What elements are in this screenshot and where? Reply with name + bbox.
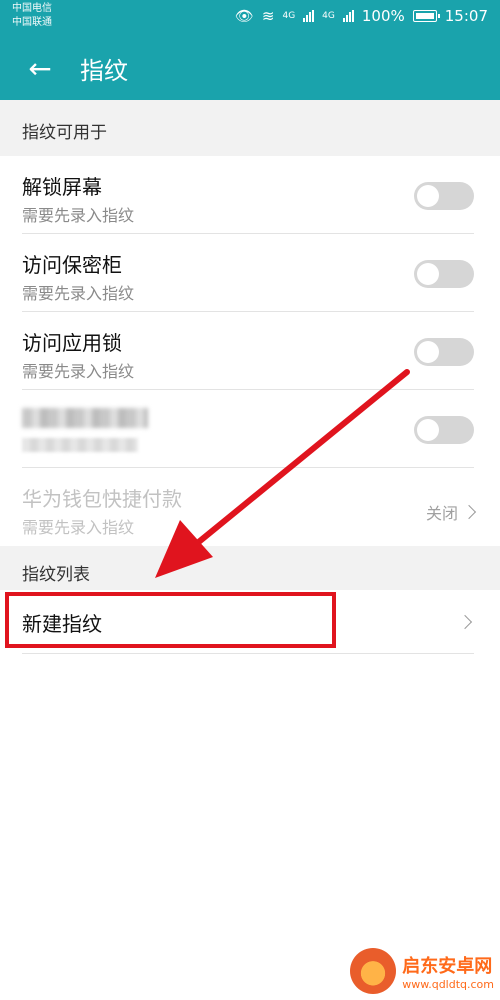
watermark-logo-icon <box>350 948 397 994</box>
watermark-url: www.qdldtq.com <box>402 977 494 991</box>
watermark-name: 启东安卓网 <box>402 955 493 977</box>
annotation-arrow-icon <box>155 369 410 578</box>
watermark: 启东安卓网 www.qdldtq.com <box>350 948 494 994</box>
